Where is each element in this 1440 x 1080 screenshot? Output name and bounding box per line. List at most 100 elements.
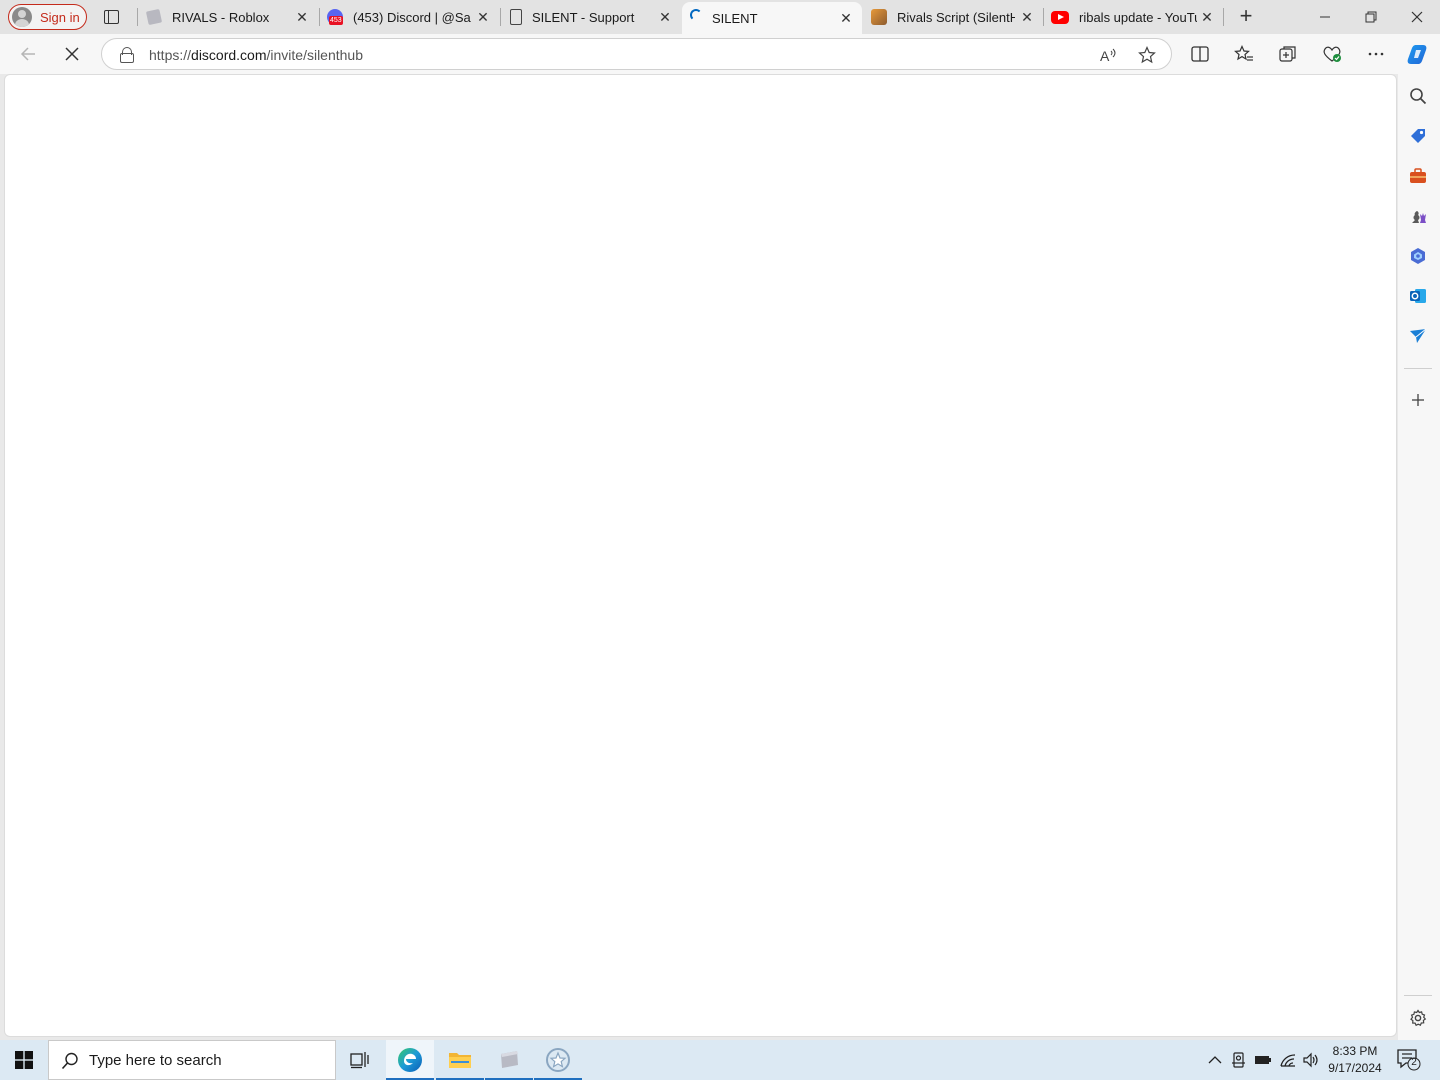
sign-in-button[interactable]: Sign in — [8, 4, 87, 30]
sidebar-drop-button[interactable] — [1408, 326, 1428, 346]
windows-logo-icon — [15, 1051, 33, 1069]
taskbar-file-explorer[interactable] — [436, 1040, 484, 1080]
address-bar[interactable]: https://discord.com/invite/silenthub A — [101, 38, 1172, 70]
send-icon — [1410, 328, 1427, 343]
battery-icon — [1255, 1056, 1271, 1064]
tab-rivals-script[interactable]: Rivals Script (SilentHub ✕ — [863, 0, 1043, 34]
tab-close-icon[interactable]: ✕ — [294, 9, 310, 25]
windows-taskbar: Type here to search 8:33 PM 9/17/2024 2 — [0, 1040, 1440, 1080]
sidebar-settings-button[interactable] — [1408, 1008, 1428, 1028]
loading-spinner-favicon — [690, 9, 702, 21]
collections-button[interactable] — [1276, 42, 1300, 66]
star-icon — [1138, 46, 1156, 64]
read-aloud-icon: A — [1100, 48, 1116, 63]
clock-date: 9/17/2024 — [1328, 1061, 1382, 1075]
favorites-icon — [1234, 45, 1253, 61]
sidebar-m365-button[interactable] — [1408, 246, 1428, 266]
tab-close-icon[interactable]: ✕ — [657, 9, 673, 25]
sidebar-outlook-button[interactable] — [1408, 286, 1428, 306]
sidebar-search-button[interactable] — [1408, 86, 1428, 106]
tab-discord[interactable]: 453 (453) Discord | @SansI ✕ — [319, 0, 499, 34]
copilot-icon — [1407, 45, 1427, 64]
lock-icon[interactable] — [120, 47, 134, 63]
taskbar-edge[interactable] — [386, 1040, 434, 1080]
show-hidden-icons-button[interactable] — [1205, 1050, 1225, 1070]
split-screen-button[interactable] — [1188, 42, 1212, 66]
copilot-button[interactable] — [1406, 42, 1430, 66]
back-button[interactable] — [14, 40, 42, 68]
read-aloud-button[interactable]: A — [1097, 44, 1119, 66]
collections-icon — [1279, 46, 1296, 62]
discord-badge: 453 — [329, 16, 343, 25]
sidebar-separator — [1404, 995, 1432, 996]
tab-close-icon[interactable]: ✕ — [838, 10, 854, 26]
meet-now-button[interactable] — [1229, 1050, 1249, 1070]
system-clock[interactable]: 8:33 PM 9/17/2024 — [1322, 1043, 1388, 1077]
close-window-button[interactable] — [1394, 0, 1440, 34]
tab-separator — [1223, 8, 1224, 26]
folder-icon — [449, 1053, 471, 1068]
battery-button[interactable] — [1253, 1050, 1273, 1070]
more-dots-icon — [1368, 52, 1384, 56]
speaker-icon — [1303, 1052, 1318, 1068]
taskbar-starred-app[interactable] — [534, 1040, 582, 1080]
close-icon — [1411, 11, 1423, 23]
tab-close-icon[interactable]: ✕ — [1199, 9, 1215, 25]
sidebar-separator — [1404, 368, 1432, 369]
split-screen-icon — [1191, 46, 1209, 62]
page-content-area[interactable] — [4, 74, 1397, 1037]
minimize-button[interactable] — [1302, 0, 1348, 34]
network-button[interactable] — [1278, 1050, 1298, 1070]
sidebar-shopping-button[interactable] — [1408, 126, 1428, 146]
add-icon — [1412, 394, 1424, 406]
sidebar-games-button[interactable] — [1408, 206, 1428, 226]
start-button[interactable] — [0, 1040, 48, 1080]
youtube-favicon — [1051, 10, 1069, 24]
wifi-icon — [1280, 1054, 1296, 1067]
tab-rivals-roblox[interactable]: RIVALS - Roblox ✕ — [138, 0, 318, 34]
star-circle-icon — [546, 1048, 570, 1072]
tab-silent-support[interactable]: SILENT - Support ✕ — [500, 0, 681, 34]
tab-youtube[interactable]: ribals update - YouTub ✕ — [1043, 0, 1223, 34]
browser-toolbar: https://discord.com/invite/silenthub A — [0, 34, 1440, 74]
volume-button[interactable] — [1301, 1050, 1321, 1070]
url-text[interactable]: https://discord.com/invite/silenthub — [149, 47, 363, 63]
tab-strip: Sign in RIVALS - Roblox ✕ 453 (453) Disc… — [0, 0, 1440, 34]
tab-actions-icon — [103, 10, 119, 24]
url-scheme: https:// — [149, 47, 192, 63]
sign-in-label: Sign in — [40, 9, 80, 25]
favorites-button[interactable] — [1232, 42, 1256, 66]
task-view-button[interactable] — [336, 1040, 384, 1080]
new-tab-button[interactable]: + — [1234, 5, 1258, 29]
task-view-icon — [350, 1052, 369, 1069]
restore-button[interactable] — [1348, 0, 1394, 34]
toolbox-icon — [1410, 168, 1426, 183]
search-icon — [61, 1052, 78, 1070]
sidebar-tools-button[interactable] — [1408, 166, 1428, 186]
roblox-favicon — [145, 8, 163, 26]
tab-close-icon[interactable]: ✕ — [1019, 9, 1035, 25]
camera-icon — [1232, 1052, 1245, 1068]
tab-title: (453) Discord | @SansI — [353, 9, 471, 25]
notification-icon — [1397, 1049, 1421, 1071]
arrow-left-icon — [20, 47, 35, 61]
settings-more-button[interactable] — [1364, 42, 1388, 66]
tab-close-icon[interactable]: ✕ — [475, 9, 491, 25]
tab-title: ribals update - YouTub — [1079, 9, 1197, 25]
edge-browser-icon — [398, 1048, 422, 1072]
taskbar-roblox[interactable] — [485, 1040, 533, 1080]
stop-x-icon — [65, 47, 79, 61]
search-icon — [1410, 88, 1427, 105]
clock-time: 8:33 PM — [1332, 1044, 1378, 1058]
browser-essentials-button[interactable] — [1320, 42, 1344, 66]
svg-text:A: A — [1100, 48, 1110, 63]
profile-avatar-icon — [12, 7, 32, 27]
heart-pulse-icon — [1323, 46, 1341, 62]
tab-actions-button[interactable] — [100, 6, 122, 28]
favorite-star-button[interactable] — [1136, 44, 1158, 66]
sidebar-add-button[interactable] — [1408, 390, 1428, 410]
stop-loading-button[interactable] — [58, 40, 86, 68]
taskbar-search-box[interactable]: Type here to search — [48, 1040, 336, 1080]
tab-silent[interactable]: SILENT ✕ — [682, 2, 862, 34]
notification-center-button[interactable]: 2 — [1396, 1048, 1422, 1072]
